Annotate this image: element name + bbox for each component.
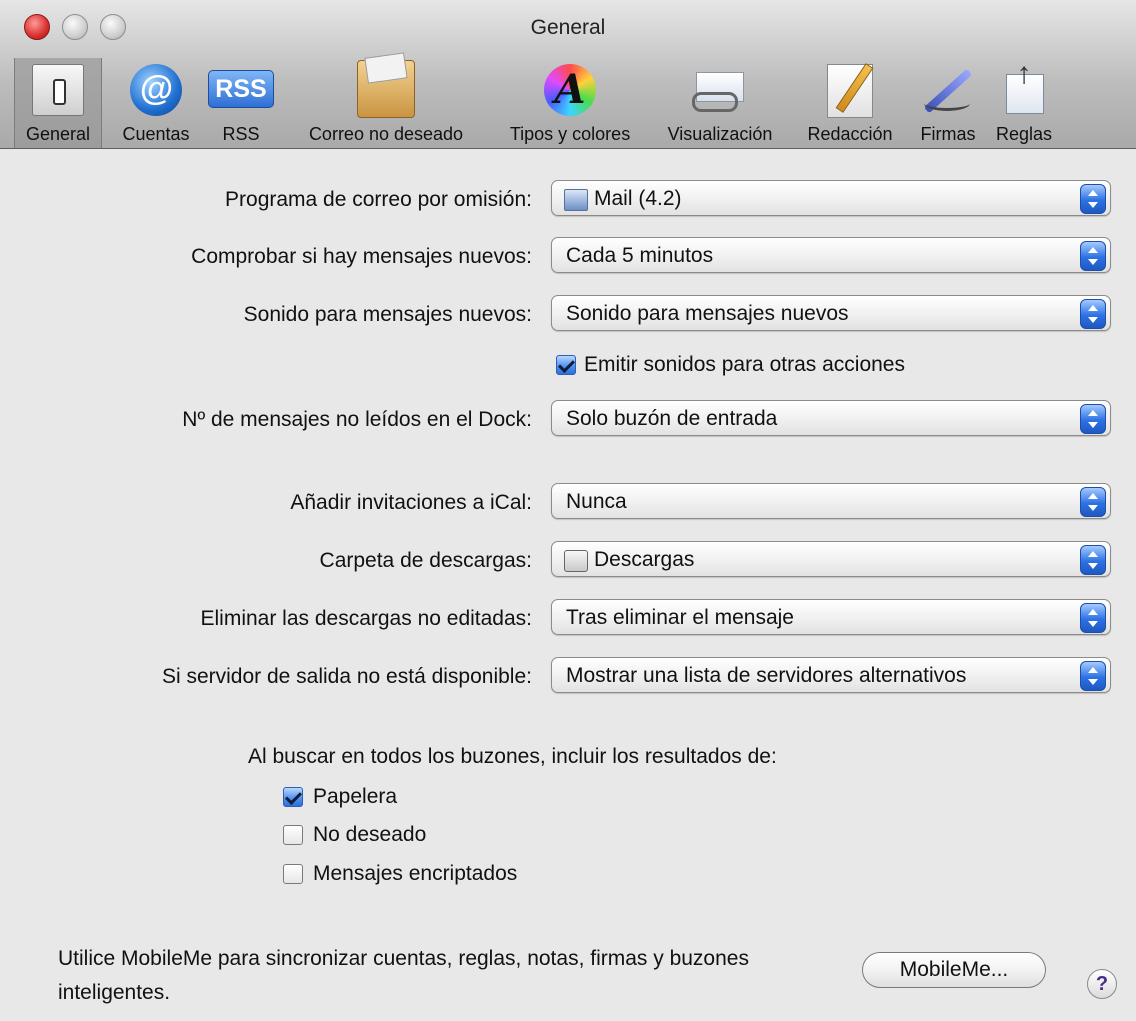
downloads-folder-popup[interactable]: Descargas	[551, 541, 1111, 577]
search-scope-heading: Al buscar en todos los buzones, incluir …	[248, 745, 777, 768]
popup-arrows-icon	[1080, 603, 1106, 633]
remove-downloads-popup[interactable]: Tras eliminar el mensaje	[551, 599, 1111, 635]
rules-icon	[996, 62, 1052, 116]
remove-downloads-value: Tras eliminar el mensaje	[566, 606, 794, 629]
toolbar-signatures[interactable]: Firmas	[910, 58, 986, 148]
row-new-mail-sound: Sonido para mensajes nuevos: Sonido para…	[0, 295, 1136, 335]
row-check-new-mail: Comprobar si hay mensajes nuevos: Cada 5…	[0, 237, 1136, 277]
outgoing-unavailable-popup[interactable]: Mostrar una lista de servidores alternat…	[551, 657, 1111, 693]
row-default-mail-reader: Programa de correo por omisión: Mail (4.…	[0, 180, 1136, 220]
window-title: General	[530, 16, 606, 39]
signatures-icon	[918, 64, 978, 116]
ical-invites-popup[interactable]: Nunca	[551, 483, 1111, 519]
toolbar-viewing[interactable]: Visualización	[653, 58, 787, 148]
new-mail-sound-label: Sonido para mensajes nuevos:	[243, 303, 532, 326]
toolbar-composing[interactable]: Redacción	[792, 58, 908, 148]
toolbar-fonts-colors[interactable]: A Tipos y colores	[490, 58, 650, 148]
popup-arrows-icon	[1080, 487, 1106, 517]
downloads-folder-icon	[564, 550, 588, 572]
toolbar-composing-label: Redacción	[807, 124, 893, 144]
popup-arrows-icon	[1080, 184, 1106, 214]
popup-arrows-icon	[1080, 299, 1106, 329]
row-remove-downloads: Eliminar las descargas no editadas: Tras…	[0, 599, 1136, 639]
junk-label: No deseado	[313, 823, 427, 846]
row-outgoing-unavailable: Si servidor de salida no está disponible…	[0, 657, 1136, 697]
popup-arrows-icon	[1080, 404, 1106, 434]
outgoing-unavailable-label: Si servidor de salida no está disponible…	[161, 665, 532, 688]
at-sign-icon: @	[130, 64, 182, 116]
toolbar-junk-mail[interactable]: Correo no deseado	[286, 58, 486, 148]
check-new-mail-label: Comprobar si hay mensajes nuevos:	[191, 245, 532, 268]
new-mail-sound-popup[interactable]: Sonido para mensajes nuevos	[551, 295, 1111, 331]
trash-label: Papelera	[313, 785, 398, 808]
general-icon	[32, 64, 84, 116]
popup-arrows-icon	[1080, 241, 1106, 271]
downloads-folder-label: Carpeta de descargas:	[319, 549, 532, 572]
downloads-folder-value: Descargas	[594, 548, 695, 571]
toolbar-accounts-label: Cuentas	[122, 124, 190, 144]
rss-icon: RSS	[208, 70, 274, 108]
toolbar-general[interactable]: General	[14, 58, 102, 148]
composing-icon	[827, 64, 873, 118]
mobileme-button[interactable]: MobileMe...	[862, 952, 1046, 988]
ical-invites-value: Nunca	[566, 490, 627, 513]
toolbar-rss[interactable]: RSS RSS	[206, 58, 276, 148]
toolbar-rules[interactable]: Reglas	[990, 58, 1058, 148]
outgoing-unavailable-value: Mostrar una lista de servidores alternat…	[566, 664, 967, 687]
dock-unread-value: Solo buzón de entrada	[566, 407, 778, 430]
trash-checkbox[interactable]	[283, 787, 303, 807]
toolbar-signatures-label: Firmas	[920, 124, 976, 144]
mail-app-icon	[564, 189, 588, 211]
toolbar-junk-mail-label: Correo no deseado	[308, 124, 464, 144]
remove-downloads-label: Eliminar las descargas no editadas:	[200, 607, 532, 630]
row-downloads-folder: Carpeta de descargas: Descargas	[0, 541, 1136, 581]
toolbar-rules-label: Reglas	[995, 124, 1053, 144]
ical-invites-label: Añadir invitaciones a iCal:	[290, 491, 532, 514]
other-sounds-label: Emitir sonidos para otras acciones	[584, 353, 905, 376]
popup-arrows-icon	[1080, 545, 1106, 575]
fonts-and-colors-icon: A	[544, 64, 596, 116]
help-button[interactable]: ?	[1087, 969, 1117, 999]
title-bar: General General @ Cuentas RSS RSS Correo…	[0, 0, 1136, 149]
row-dock-unread: Nº de mensajes no leídos en el Dock: Sol…	[0, 400, 1136, 440]
check-new-mail-popup[interactable]: Cada 5 minutos	[551, 237, 1111, 273]
default-mail-reader-value: Mail (4.2)	[594, 187, 682, 210]
toolbar-fonts-colors-label: Tipos y colores	[509, 124, 631, 144]
viewing-icon	[688, 70, 752, 112]
junk-mail-icon	[357, 60, 415, 118]
default-mail-reader-popup[interactable]: Mail (4.2)	[551, 180, 1111, 216]
other-sounds-checkbox[interactable]	[556, 355, 576, 375]
mobileme-sync-description: Utilice MobileMe para sincronizar cuenta…	[58, 947, 749, 1004]
row-ical-invites: Añadir invitaciones a iCal: Nunca	[0, 483, 1136, 523]
default-mail-reader-label: Programa de correo por omisión:	[225, 188, 532, 211]
toolbar-general-label: General	[25, 124, 91, 144]
popup-arrows-icon	[1080, 661, 1106, 691]
junk-checkbox[interactable]	[283, 825, 303, 845]
dock-unread-label: Nº de mensajes no leídos en el Dock:	[182, 408, 532, 431]
dock-unread-popup[interactable]: Solo buzón de entrada	[551, 400, 1111, 436]
toolbar-viewing-label: Visualización	[667, 124, 773, 144]
new-mail-sound-value: Sonido para mensajes nuevos	[566, 302, 849, 325]
check-new-mail-value: Cada 5 minutos	[566, 244, 714, 267]
preferences-window: General General @ Cuentas RSS RSS Correo…	[0, 0, 1136, 1021]
toolbar-rss-label: RSS	[222, 124, 260, 144]
encrypted-messages-label: Mensajes encriptados	[313, 862, 518, 885]
encrypted-messages-checkbox[interactable]	[283, 864, 303, 884]
toolbar-accounts[interactable]: @ Cuentas	[110, 58, 202, 148]
